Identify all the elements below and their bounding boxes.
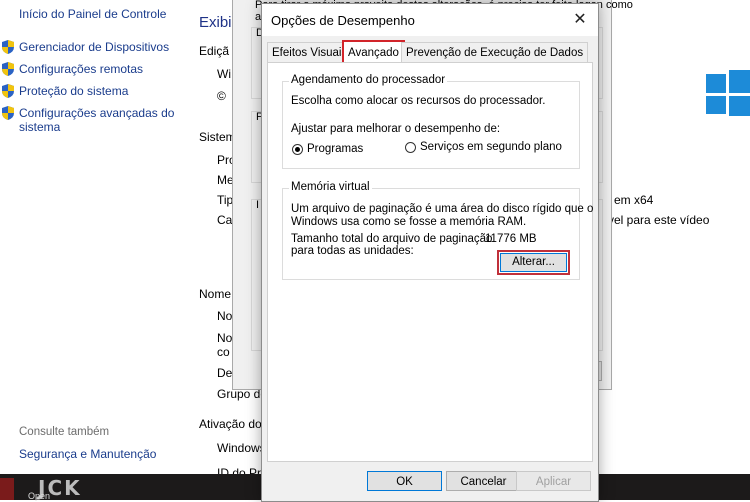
background-services-radio-label[interactable]: Serviços em segundo plano	[420, 141, 562, 153]
paging-total-label-2: para todas as unidades:	[291, 245, 414, 257]
tab-visual-effects[interactable]: Efeitos Visuais	[267, 42, 353, 63]
name-row: No	[217, 331, 233, 345]
shield-icon	[2, 106, 14, 120]
taskbar-app-icon[interactable]	[0, 478, 14, 500]
section-system: Sistem	[199, 130, 236, 144]
shield-icon	[2, 62, 14, 76]
edition-row: Wi	[217, 67, 231, 81]
section-edition: Ediçã	[199, 44, 230, 58]
performance-options-dialog: Opções de Desempenho ✕ Efeitos Visuais A…	[261, 3, 599, 502]
system-fragment: nível para este vídeo	[598, 213, 710, 227]
dialog-title: Opções de Desempenho	[271, 13, 415, 28]
name-row: co	[217, 345, 230, 359]
control-panel-home-link[interactable]: Início do Painel de Controle	[19, 7, 166, 21]
page-title: Exibi	[199, 14, 232, 31]
paging-total-label-1: Tamanho total do arquivo de paginação	[291, 233, 493, 245]
sidebar-item-system-protection[interactable]: Proteção do sistema	[19, 84, 128, 98]
change-button[interactable]: Alterar...	[497, 250, 570, 275]
tab-data-execution-prevention[interactable]: Prevenção de Execução de Dados	[401, 42, 589, 63]
programs-radio-label[interactable]: Programas	[307, 143, 363, 155]
activation-row: Windows	[217, 441, 266, 455]
adjust-label: Ajustar para melhorar o desempenho de:	[291, 123, 501, 135]
ok-button[interactable]: OK	[367, 471, 442, 491]
shield-icon	[2, 40, 14, 54]
advanced-tab-panel: Agendamento do processador Escolha como …	[267, 62, 593, 462]
virtual-memory-description-1: Um arquivo de paginação é uma área do di…	[291, 203, 594, 215]
programs-radio[interactable]	[292, 144, 303, 155]
name-row: De	[217, 366, 233, 380]
windows-logo	[706, 70, 750, 116]
dialog-title-bar[interactable]: Opções de Desempenho ✕	[262, 4, 598, 36]
apply-button[interactable]: Aplicar	[516, 471, 591, 491]
edition-row: ©	[217, 89, 226, 103]
security-maintenance-link[interactable]: Segurança e Manutenção	[19, 447, 156, 461]
virtual-memory-description-2: Windows usa como se fosse a memória RAM.	[291, 216, 527, 228]
background-services-radio[interactable]	[405, 142, 416, 153]
name-row: No	[217, 309, 233, 323]
virtual-memory-label: Memória virtual	[289, 181, 372, 193]
processor-scheduling-description: Escolha como alocar os recursos do proce…	[291, 95, 546, 107]
paging-total-value: 11776 MB	[485, 233, 537, 245]
group-letter: I	[256, 199, 260, 211]
section-name: Nome	[199, 287, 232, 301]
see-also-label: Consulte também	[19, 426, 110, 438]
cancel-button[interactable]: Cancelar	[446, 471, 521, 491]
system-row: Tip	[217, 193, 234, 207]
processor-scheduling-group: Agendamento do processador Escolha como …	[282, 74, 580, 169]
processor-scheduling-label: Agendamento do processador	[289, 74, 448, 86]
shield-icon	[2, 84, 14, 98]
sidebar-item-remote-settings[interactable]: Configurações remotas	[19, 62, 143, 76]
system-row: Ca	[217, 213, 233, 227]
virtual-memory-group: Memória virtual Um arquivo de paginação …	[282, 181, 593, 280]
close-icon[interactable]: ✕	[570, 10, 590, 30]
sidebar-item-device-manager[interactable]: Gerenciador de Dispositivos	[19, 40, 169, 54]
sidebar-item-advanced-settings[interactable]: Configurações avançadas do sistema	[19, 106, 179, 134]
